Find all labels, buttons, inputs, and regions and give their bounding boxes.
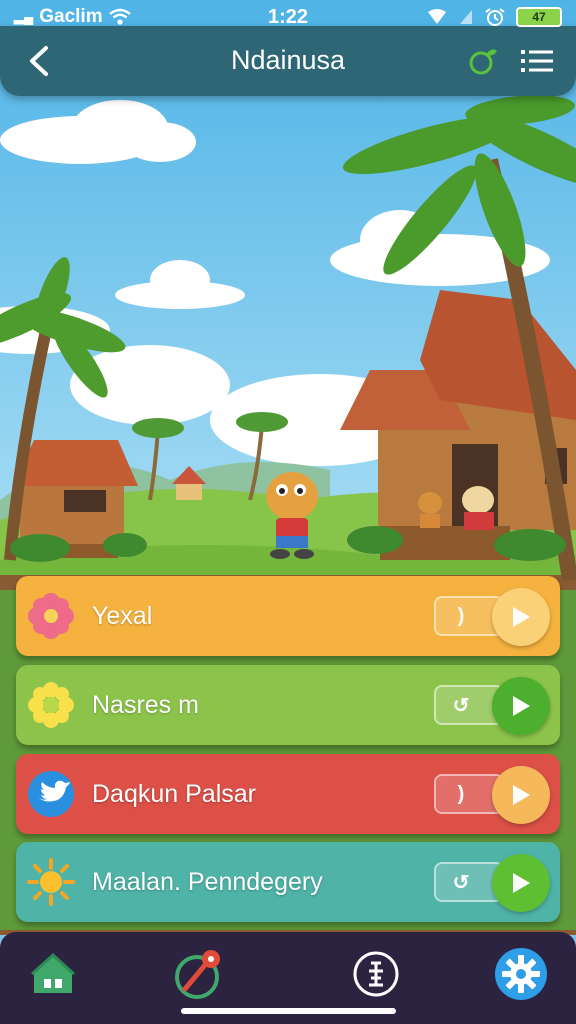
list-item-yexal[interactable]: Yexal ) <box>16 576 560 656</box>
wifi-signal-icon <box>428 9 446 24</box>
play-button[interactable] <box>492 677 550 735</box>
list-item-label: Maalan. Penndegery <box>92 868 323 896</box>
bird-icon <box>26 769 76 819</box>
app-header: Ndainusa <box>0 26 576 96</box>
play-icon <box>513 607 530 627</box>
status-left: ▂▄ Gaclim <box>14 6 131 28</box>
play-icon <box>513 785 530 805</box>
alarm-icon <box>485 8 505 26</box>
nav-info[interactable] <box>348 946 404 1002</box>
play-button[interactable] <box>492 766 550 824</box>
home-indicator[interactable] <box>181 1008 396 1014</box>
play-icon <box>513 873 530 893</box>
info-icon <box>353 951 399 997</box>
play-button[interactable] <box>492 854 550 912</box>
list-menu-icon <box>521 50 553 72</box>
compass-icon <box>175 950 220 999</box>
list-item-nasres[interactable]: Nasres m ↺ <box>16 665 560 745</box>
battery-indicator: 47 <box>516 7 562 27</box>
gear-icon <box>495 948 547 1000</box>
sound-wave-icon: ) <box>457 782 465 805</box>
sunflower-icon <box>26 680 76 730</box>
sun-icon <box>26 857 76 907</box>
play-icon <box>513 696 530 716</box>
signal-bars-icon: ▂▄ <box>14 9 34 24</box>
menu-button[interactable] <box>516 40 558 82</box>
nature-button[interactable] <box>462 40 504 82</box>
nav-home[interactable] <box>25 946 81 1002</box>
carrier-name: Gaclim <box>39 6 103 27</box>
leaf-icon <box>469 49 497 75</box>
play-button[interactable] <box>492 588 550 646</box>
list-item-label: Yexal <box>92 602 153 630</box>
list-item-label: Nasres m <box>92 691 199 719</box>
cellular-icon <box>460 10 472 24</box>
replay-icon: ↺ <box>452 694 470 717</box>
list-item-maalan-penndegery[interactable]: Maalan. Penndegery ↺ <box>16 842 560 922</box>
list-item-daqkun-palsar[interactable]: Daqkun Palsar ) <box>16 754 560 834</box>
sound-wave-icon: ) <box>457 604 465 627</box>
list-item-label: Daqkun Palsar <box>92 780 256 808</box>
flower-icon <box>26 591 76 641</box>
nav-compass[interactable] <box>170 946 226 1002</box>
nav-settings[interactable] <box>493 946 549 1002</box>
home-icon <box>30 952 76 993</box>
status-right: 47 <box>426 7 562 27</box>
status-bar: ▂▄ Gaclim 1:22 47 <box>0 0 576 34</box>
replay-icon: ↺ <box>452 871 470 894</box>
wifi-icon <box>108 8 131 25</box>
